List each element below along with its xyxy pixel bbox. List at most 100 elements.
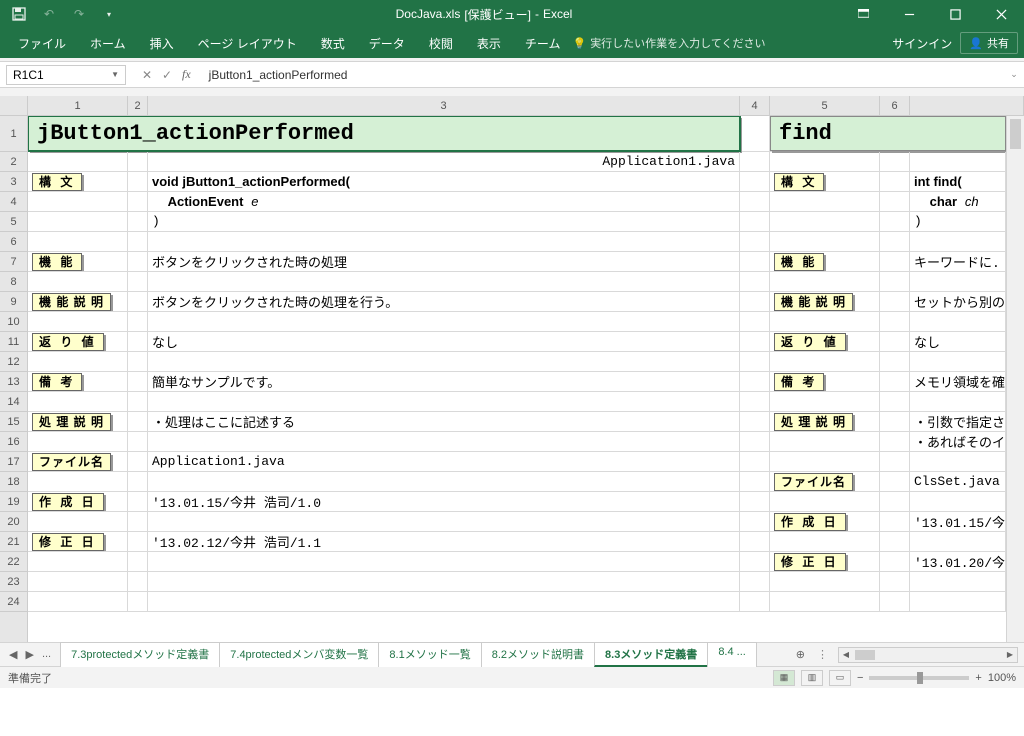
doc1-syntax3[interactable]: ) bbox=[148, 212, 740, 231]
doc2-file[interactable]: ClsSet.java bbox=[910, 472, 1006, 491]
row-header[interactable]: 6 bbox=[0, 232, 27, 252]
col-header[interactable]: 1 bbox=[28, 96, 128, 115]
formula-input[interactable]: jButton1_actionPerformed bbox=[201, 68, 1004, 82]
row-header[interactable]: 3 bbox=[0, 172, 27, 192]
col-header[interactable] bbox=[910, 96, 1024, 115]
doc1-source[interactable]: Application1.java bbox=[148, 152, 740, 171]
row-header[interactable]: 2 bbox=[0, 152, 27, 172]
row-header[interactable]: 12 bbox=[0, 352, 27, 372]
sheet-tab[interactable]: 8.4 ... bbox=[707, 642, 757, 667]
sheet-nav-prev-icon[interactable]: ◀ bbox=[6, 648, 20, 661]
doc2-syntax1[interactable]: int find( bbox=[910, 172, 1006, 191]
row-header[interactable]: 5 bbox=[0, 212, 27, 232]
row-header[interactable]: 7 bbox=[0, 252, 27, 272]
col-header[interactable]: 5 bbox=[770, 96, 880, 115]
view-normal-icon[interactable]: ▦ bbox=[773, 670, 795, 686]
sheet-tab-active[interactable]: 8.3メソッド定義書 bbox=[594, 642, 708, 667]
chevron-down-icon[interactable]: ▼ bbox=[111, 70, 119, 79]
doc1-ret[interactable]: なし bbox=[148, 332, 740, 351]
view-page-break-icon[interactable]: ▭ bbox=[829, 670, 851, 686]
doc1-title[interactable]: jButton1_actionPerformed bbox=[28, 116, 740, 151]
sheet-tab[interactable]: 8.2メソッド説明書 bbox=[481, 642, 595, 667]
tab-insert[interactable]: 挿入 bbox=[138, 28, 186, 58]
col-header[interactable]: 6 bbox=[880, 96, 910, 115]
row-header[interactable]: 13 bbox=[0, 372, 27, 392]
doc2-ret[interactable]: なし bbox=[910, 332, 1006, 351]
doc2-syntax3[interactable]: ) bbox=[910, 212, 1006, 231]
doc1-note[interactable]: 簡単なサンプルです。 bbox=[148, 372, 740, 391]
save-icon[interactable] bbox=[6, 2, 32, 26]
doc2-proc1[interactable]: ・引数で指定さ bbox=[910, 412, 1006, 431]
doc1-func[interactable]: ボタンをクリックされた時の処理 bbox=[148, 252, 740, 271]
doc1-proc[interactable]: ・処理はここに記述する bbox=[148, 412, 740, 431]
sheet-nav-ellipsis[interactable]: ... bbox=[39, 648, 54, 661]
col-header[interactable]: 2 bbox=[128, 96, 148, 115]
fx-icon[interactable]: fx bbox=[182, 67, 191, 82]
row-header[interactable]: 14 bbox=[0, 392, 27, 412]
doc2-proc2[interactable]: ・あればそのイ bbox=[910, 432, 1006, 451]
row-header[interactable]: 11 bbox=[0, 332, 27, 352]
row-header[interactable]: 1 bbox=[0, 116, 27, 152]
sheet-tab[interactable]: 7.3protectedメソッド定義書 bbox=[60, 642, 220, 667]
minimize-icon[interactable] bbox=[886, 0, 932, 28]
doc1-mod[interactable]: '13.02.12/今井 浩司/1.1 bbox=[148, 532, 740, 551]
row-header[interactable]: 4 bbox=[0, 192, 27, 212]
row-header[interactable]: 20 bbox=[0, 512, 27, 532]
tab-layout[interactable]: ページ レイアウト bbox=[186, 28, 309, 58]
doc2-title[interactable]: find bbox=[770, 116, 1006, 151]
undo-icon[interactable]: ↶ bbox=[36, 2, 62, 26]
tell-me[interactable]: 💡 実行したい作業を入力してください bbox=[572, 35, 765, 51]
select-all-corner[interactable] bbox=[0, 96, 28, 115]
tab-view[interactable]: 表示 bbox=[465, 28, 513, 58]
tab-home[interactable]: ホーム bbox=[78, 28, 138, 58]
row-header[interactable]: 21 bbox=[0, 532, 27, 552]
doc1-file[interactable]: Application1.java bbox=[148, 452, 740, 471]
tab-file[interactable]: ファイル bbox=[6, 28, 78, 58]
view-page-layout-icon[interactable]: ▥ bbox=[801, 670, 823, 686]
doc1-syntax1[interactable]: void jButton1_actionPerformed( bbox=[148, 172, 740, 191]
doc1-desc[interactable]: ボタンをクリックされた時の処理を行う。 bbox=[148, 292, 740, 311]
zoom-level[interactable]: 100% bbox=[988, 672, 1016, 684]
zoom-in-icon[interactable]: + bbox=[975, 672, 981, 684]
tab-review[interactable]: 校閲 bbox=[417, 28, 465, 58]
share-button[interactable]: 👤 共有 bbox=[960, 32, 1018, 54]
doc2-note[interactable]: メモリ領域を確 bbox=[910, 372, 1006, 391]
row-header[interactable]: 17 bbox=[0, 452, 27, 472]
doc2-syntax2[interactable]: char ch bbox=[910, 192, 1006, 211]
row-header[interactable]: 15 bbox=[0, 412, 27, 432]
col-header[interactable]: 3 bbox=[148, 96, 740, 115]
accept-icon[interactable]: ✓ bbox=[158, 68, 176, 82]
qat-dropdown-icon[interactable]: ▾ bbox=[96, 2, 122, 26]
scroll-left-icon[interactable]: ◀ bbox=[839, 648, 853, 662]
maximize-icon[interactable] bbox=[932, 0, 978, 28]
close-icon[interactable] bbox=[978, 0, 1024, 28]
row-header[interactable]: 22 bbox=[0, 552, 27, 572]
scroll-right-icon[interactable]: ▶ bbox=[1003, 648, 1017, 662]
cancel-icon[interactable]: ✕ bbox=[138, 68, 156, 82]
col-header[interactable]: 4 bbox=[740, 96, 770, 115]
sheet-split-icon[interactable]: ⋮ bbox=[813, 648, 832, 661]
row-header[interactable]: 8 bbox=[0, 272, 27, 292]
row-header[interactable]: 9 bbox=[0, 292, 27, 312]
horizontal-scrollbar[interactable]: ◀ ▶ bbox=[838, 647, 1018, 663]
row-header[interactable]: 18 bbox=[0, 472, 27, 492]
row-header[interactable]: 16 bbox=[0, 432, 27, 452]
name-box[interactable]: R1C1 ▼ bbox=[6, 65, 126, 85]
tab-formula[interactable]: 数式 bbox=[309, 28, 357, 58]
ribbon-options-icon[interactable] bbox=[840, 0, 886, 28]
doc2-desc[interactable]: セットから別の bbox=[910, 292, 1006, 311]
doc1-create[interactable]: '13.01.15/今井 浩司/1.0 bbox=[148, 492, 740, 511]
expand-formula-icon[interactable]: ⌄ bbox=[1004, 69, 1024, 80]
zoom-out-icon[interactable]: − bbox=[857, 672, 863, 684]
doc1-syntax2[interactable]: ActionEvent e bbox=[148, 192, 740, 211]
vertical-scrollbar[interactable] bbox=[1006, 116, 1024, 642]
row-header[interactable]: 24 bbox=[0, 592, 27, 612]
sheet-tab[interactable]: 8.1メソッド一覧 bbox=[378, 642, 481, 667]
signin-link[interactable]: サインイン bbox=[892, 35, 952, 52]
zoom-slider[interactable] bbox=[869, 676, 969, 680]
cells[interactable]: jButton1_actionPerformed find Applicatio… bbox=[28, 116, 1006, 642]
row-header[interactable]: 10 bbox=[0, 312, 27, 332]
tab-data[interactable]: データ bbox=[357, 28, 417, 58]
redo-icon[interactable]: ↷ bbox=[66, 2, 92, 26]
doc2-func[interactable]: キーワードに. bbox=[910, 252, 1006, 271]
